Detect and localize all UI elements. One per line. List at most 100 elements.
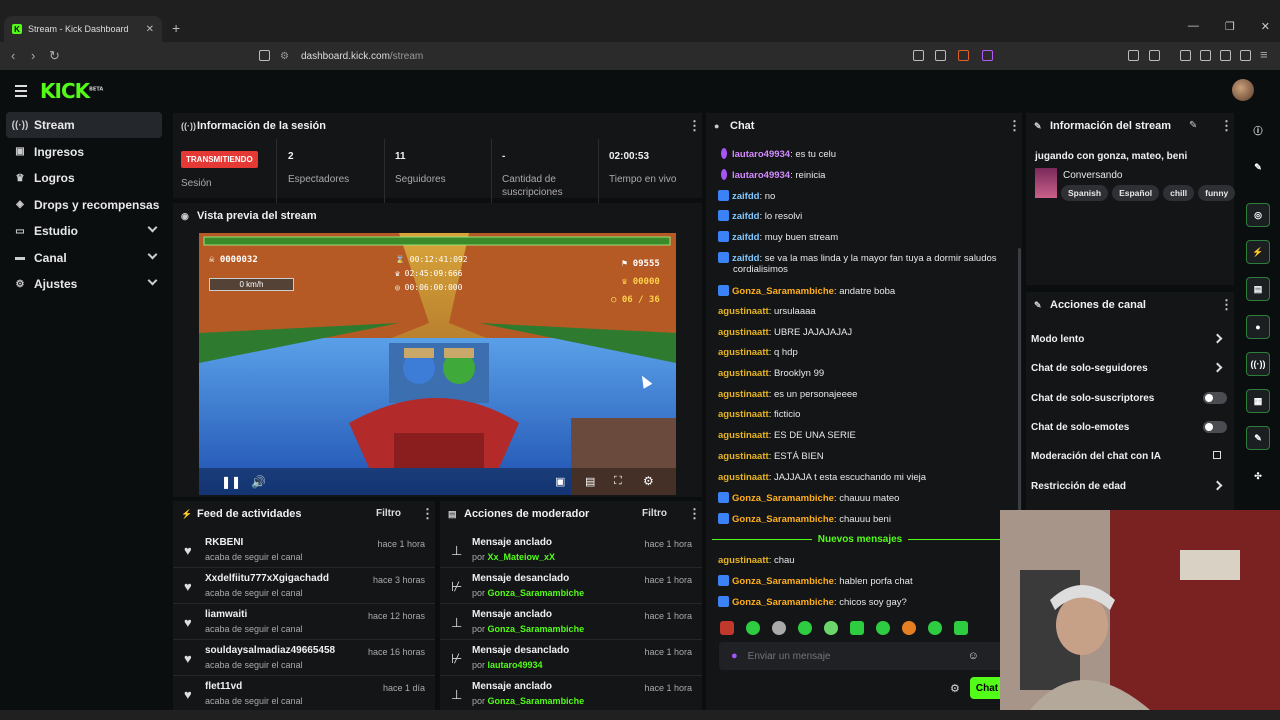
chat-username[interactable]: agustinaatt (718, 306, 769, 317)
address-bar[interactable]: ⚙ dashboard.kick.com/stream (280, 47, 1000, 65)
emote-icon[interactable] (954, 621, 968, 635)
chat-message[interactable]: Gonza_Saramambiche: hablen porfa chat (718, 575, 913, 587)
tag[interactable]: Spanish (1061, 185, 1109, 201)
kick-logo[interactable]: KICKBETA (40, 79, 103, 103)
more-options-icon[interactable] (421, 508, 425, 520)
chat-message[interactable]: Gonza_Saramambiche: chauuu mateo (718, 492, 899, 504)
chat-username[interactable]: Gonza_Saramambiche (732, 493, 834, 504)
chat-input[interactable]: ● ☺ (719, 642, 1003, 670)
chat-settings-icon[interactable]: ⚙ (950, 682, 960, 695)
layout-icon[interactable]: ▦ (1246, 389, 1270, 413)
chat-username[interactable]: agustinaatt (718, 389, 769, 400)
fullscreen-icon[interactable]: ⛶ (614, 475, 622, 488)
tag[interactable]: Español (1112, 185, 1160, 201)
chat-username[interactable]: zaifdd (732, 253, 759, 264)
chat-message[interactable]: zaifdd: se va la mas linda y la mayor fa… (718, 252, 997, 275)
sidebar-item-estudio[interactable]: ▭ Estudio (6, 218, 162, 244)
rewards-icon[interactable] (982, 50, 993, 61)
chat-username[interactable]: agustinaatt (718, 327, 769, 338)
chat-username[interactable]: agustinaatt (718, 555, 769, 566)
no-camera-icon[interactable] (913, 50, 924, 61)
camera-icon[interactable]: ◎ (1246, 203, 1270, 227)
emote-icon[interactable] (850, 621, 864, 635)
chat-message[interactable]: lautaro49934: reinicia (718, 169, 825, 181)
chat-message[interactable]: zaifdd: lo resolvi (718, 210, 802, 222)
mic-icon[interactable]: ● (731, 650, 738, 662)
vpn-icon[interactable] (1240, 50, 1251, 61)
pip-icon[interactable]: ▣ (555, 475, 565, 488)
list-item[interactable]: ♥ Xxdelfiitu777xXgigachadd acaba de segu… (173, 569, 435, 604)
lightning-icon[interactable]: ⚡ (1246, 240, 1270, 264)
list-item[interactable]: ♥ flet11vd acaba de seguir el canal hace… (173, 677, 435, 712)
settings-icon[interactable]: ⚙ (643, 474, 654, 488)
chat-message[interactable]: agustinaatt: ESTÁ BIEN (718, 451, 824, 462)
list-item[interactable]: ⊥ Mensaje anclado por Gonza_Saramambiche… (440, 605, 702, 640)
site-info-icon[interactable]: ⚙ (280, 51, 289, 62)
chat-username[interactable]: agustinaatt (718, 368, 769, 379)
theater-icon[interactable]: ▤ (585, 475, 595, 488)
emote-icon[interactable] (876, 621, 890, 635)
list-item[interactable]: ⊥ Mensaje anclado por Xx_Mateiow_xX hace… (440, 533, 702, 568)
menu-icon[interactable]: ≡ (1260, 47, 1268, 62)
emote-icon[interactable] (824, 621, 838, 635)
chat-message[interactable]: lautaro49934: es tu celu (718, 148, 836, 160)
emote-icon[interactable] (798, 621, 812, 635)
back-icon[interactable]: ‹ (11, 48, 15, 63)
chat-username[interactable]: Gonza_Saramambiche (732, 597, 834, 608)
chat-username[interactable]: zaifdd (732, 232, 759, 243)
media-icon[interactable] (1149, 50, 1160, 61)
volume-icon[interactable]: 🔊 (251, 475, 266, 489)
emote-icon[interactable] (746, 621, 760, 635)
sidebar-item-ajustes[interactable]: ⚙ Ajustes (6, 271, 162, 297)
sidebar-item-logros[interactable]: ♛ Logros (6, 165, 162, 191)
chat-username[interactable]: Gonza_Saramambiche (732, 576, 834, 587)
close-window-icon[interactable]: ✕ (1261, 20, 1270, 33)
chat-message[interactable]: zaifdd: no (718, 190, 775, 202)
list-item[interactable]: ⊬ Mensaje desanclado por Gonza_Saramambi… (440, 569, 702, 604)
chat-message[interactable]: Gonza_Saramambiche: andatre boba (718, 285, 895, 297)
new-tab-icon[interactable]: + (172, 20, 180, 36)
chat-username[interactable]: Gonza_Saramambiche (732, 286, 834, 297)
chat-message[interactable]: Gonza_Saramambiche: chicos soy gay? (718, 596, 907, 608)
chat-message[interactable]: agustinaatt: JAJJAJA t esta escuchando m… (718, 472, 926, 483)
chat-username[interactable]: agustinaatt (718, 347, 769, 358)
emotes-only-toggle[interactable] (1203, 421, 1227, 433)
edit-icon[interactable]: ✎ (1189, 120, 1197, 131)
apps-icon[interactable]: ✣ (1246, 464, 1270, 488)
wallet-icon[interactable] (1200, 50, 1211, 61)
chat-message[interactable]: agustinaatt: ficticio (718, 409, 800, 420)
share-icon[interactable] (935, 50, 946, 61)
maximize-icon[interactable]: ❐ (1225, 20, 1235, 33)
list-item[interactable]: ♥ souldaysalmadiaz49665458 acaba de segu… (173, 641, 435, 676)
ai-moderation-row[interactable]: Moderación del chat con IA (1031, 445, 1227, 467)
filter-button[interactable]: Filtro (642, 508, 667, 519)
chat-message[interactable]: agustinaatt: ursulaaaa (718, 306, 816, 317)
emote-icon[interactable] (772, 621, 786, 635)
send-chat-button[interactable]: Chat (970, 677, 1004, 699)
tag[interactable]: funny (1198, 185, 1236, 201)
chat-message[interactable]: agustinaatt: q hdp (718, 347, 798, 358)
emoji-icon[interactable]: ☺ (968, 650, 979, 662)
age-restriction-row[interactable]: Restricción de edad (1031, 475, 1227, 497)
chat-message[interactable]: agustinaatt: Brooklyn 99 (718, 368, 824, 379)
more-options-icon[interactable] (688, 120, 692, 132)
chat-message[interactable]: Gonza_Saramambiche: chauuu beni (718, 513, 891, 525)
emote-icon[interactable] (902, 621, 916, 635)
more-options-icon[interactable] (1220, 299, 1224, 311)
list-item[interactable]: ♥ RKBENI acaba de seguir el canal hace 1… (173, 533, 435, 568)
bookmark-icon[interactable] (259, 50, 270, 61)
chat-message[interactable]: agustinaatt: chau (718, 555, 795, 566)
chat-message[interactable]: agustinaatt: es un personajeeee (718, 389, 857, 400)
pause-icon[interactable]: ❚❚ (221, 475, 241, 489)
reload-icon[interactable]: ↻ (49, 48, 60, 64)
chat-scrollbar[interactable] (1018, 248, 1021, 548)
list-item[interactable]: ⊬ Mensaje desanclado por lautaro49934 ha… (440, 641, 702, 676)
sidebar-item-canal[interactable]: ▬ Canal (6, 245, 162, 271)
chat-username[interactable]: agustinaatt (718, 472, 769, 483)
chat-username[interactable]: lautaro49934 (732, 170, 790, 181)
browser-tab[interactable]: K Stream - Kick Dashboard ✕ (4, 16, 162, 42)
more-options-icon[interactable] (1008, 120, 1012, 132)
list-item[interactable]: ⊥ Mensaje anclado por Gonza_Saramambiche… (440, 677, 702, 712)
chat-username[interactable]: agustinaatt (718, 451, 769, 462)
chat-message[interactable]: agustinaatt: ES DE UNA SERIE (718, 430, 856, 441)
